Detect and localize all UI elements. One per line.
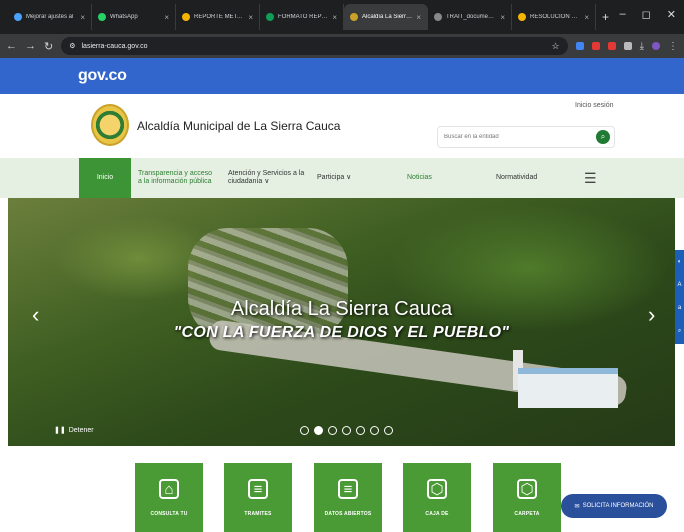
chat-icon: ✉ <box>574 503 580 510</box>
carousel-dot[interactable] <box>370 426 379 435</box>
whatsapp-icon <box>98 13 106 21</box>
home-icon: ⌂ <box>159 479 179 499</box>
site-info-icon[interactable]: ⚙ <box>69 42 75 50</box>
accessibility-toolbar: ◐ A a ⌕ <box>675 250 684 344</box>
extension-icon[interactable] <box>591 42 600 50</box>
bookmark-star-icon[interactable]: ☆ <box>552 41 560 52</box>
tile-caja[interactable]: ⬡ CAJA DE <box>403 463 471 532</box>
browser-tab[interactable]: TRAIT_documento × <box>428 4 512 30</box>
minimize-button[interactable]: – <box>620 8 626 21</box>
zoom-icon[interactable]: ⌕ <box>678 328 681 335</box>
carousel-dot[interactable] <box>328 426 337 435</box>
carousel-dot[interactable] <box>342 426 351 435</box>
carousel-indicators <box>300 426 393 435</box>
carousel-prev-icon[interactable]: ‹ <box>32 302 39 328</box>
search-box: ⌕ <box>437 126 615 148</box>
nav-item-normativity[interactable]: Normatividad <box>496 158 537 198</box>
browser-tab[interactable]: FORMATO REPORT× <box>260 4 344 30</box>
carousel-dot[interactable] <box>356 426 365 435</box>
tab-favicon-icon <box>14 13 22 21</box>
font-increase-icon[interactable]: A <box>677 282 681 288</box>
font-decrease-icon[interactable]: a <box>678 305 681 311</box>
back-icon[interactable]: ← <box>6 40 17 52</box>
tile-tramites[interactable]: ≡ TRAMITES <box>224 463 292 532</box>
extensions-puzzle-icon[interactable] <box>623 42 632 50</box>
close-icon[interactable]: × <box>500 13 505 22</box>
extension-icon[interactable] <box>575 42 584 50</box>
url-text: lasierra-cauca.gov.co <box>81 42 148 50</box>
town-area-image <box>188 228 348 338</box>
carousel-next-icon[interactable]: › <box>648 302 655 328</box>
close-icon[interactable]: × <box>248 13 253 22</box>
download-icon[interactable]: ⤓ <box>640 41 644 52</box>
gov-co-bar: gov.co <box>0 58 684 94</box>
reload-icon[interactable]: ↻ <box>44 40 53 53</box>
close-icon[interactable]: × <box>164 13 169 22</box>
close-icon[interactable]: × <box>332 13 337 22</box>
hero-title: Alcaldía La Sierra Cauca <box>230 298 453 320</box>
hero-subtitle: "CON LA FUERZA DE DIOS Y EL PUEBLO" <box>173 324 510 341</box>
tile-datos-abiertos[interactable]: ≡ DATOS ABIERTOS <box>314 463 382 532</box>
tile-consulta[interactable]: ⌂ CONSULTA TU <box>135 463 203 532</box>
close-window-button[interactable]: ✕ <box>667 8 676 21</box>
profile-avatar[interactable] <box>652 42 660 50</box>
browser-tab-active[interactable]: Alcaldía La Sierra Ca× <box>344 4 428 30</box>
carousel-pause-button[interactable]: ❚❚ Detener <box>54 426 94 435</box>
nav-item-transparency[interactable]: Transparencia y acceso a la información p… <box>138 158 212 198</box>
hero-carousel: Alcaldía La Sierra Cauca "CON LA FUERZA … <box>8 198 675 446</box>
forward-icon[interactable]: → <box>25 40 36 52</box>
address-toolbar: ← → ↻ ⚙ lasierra-cauca.gov.co ☆ ⤓ ⋮ <box>0 34 684 58</box>
contrast-icon[interactable]: ◐ <box>678 259 682 265</box>
document-icon: ≡ <box>338 479 358 499</box>
browser-tab[interactable]: RESOLUCION PLAN× <box>512 4 596 30</box>
nav-item-attention[interactable]: Atención y Servicios a la ciudadanía ∨ <box>228 158 304 198</box>
hamburger-menu-icon[interactable]: ☰ <box>584 158 597 198</box>
close-icon[interactable]: × <box>416 13 421 22</box>
main-nav: Inicio Transparencia y acceso a la inform… <box>0 158 684 198</box>
document-icon <box>434 13 442 21</box>
maximize-button[interactable]: ◻ <box>642 8 651 21</box>
tile-carpeta[interactable]: ⬡ CARPETA <box>493 463 561 532</box>
sheets-icon <box>266 13 274 21</box>
drive-icon <box>518 13 526 21</box>
search-icon[interactable]: ⌕ <box>596 130 610 144</box>
browser-tab[interactable]: REPORTE METAS MI× <box>176 4 260 30</box>
url-bar[interactable]: ⚙ lasierra-cauca.gov.co ☆ <box>61 37 568 55</box>
nav-item-news[interactable]: Noticias <box>407 158 432 198</box>
browser-tab[interactable]: Mejorar ajustes al × <box>8 4 92 30</box>
login-link[interactable]: Inicio sesión <box>575 102 614 109</box>
more-menu-icon[interactable]: ⋮ <box>668 41 678 52</box>
extension-icon[interactable] <box>607 42 616 50</box>
browser-tab[interactable]: WhatsApp × <box>92 4 176 30</box>
gov-co-logo[interactable]: gov.co <box>78 67 127 84</box>
church-image <box>518 368 618 408</box>
close-icon[interactable]: × <box>584 13 589 22</box>
window-controls: – ◻ ✕ <box>620 8 676 21</box>
box-icon: ⬡ <box>517 479 537 499</box>
carousel-dot[interactable] <box>384 426 393 435</box>
municipal-seal-logo[interactable] <box>91 104 129 146</box>
close-icon[interactable]: × <box>80 13 85 22</box>
pause-icon: ❚❚ <box>54 427 66 434</box>
municipality-name[interactable]: Alcaldía Municipal de La Sierra Cauca <box>137 119 340 133</box>
drive-icon <box>182 13 190 21</box>
nav-item-home[interactable]: Inicio <box>79 158 131 198</box>
solicit-information-button[interactable]: ✉ SOLICITA INFORMACIÓN <box>561 494 667 518</box>
site-favicon-icon <box>350 13 358 21</box>
new-tab-button[interactable]: + <box>602 10 609 24</box>
document-icon: ≡ <box>248 479 268 499</box>
carousel-dot[interactable] <box>300 426 309 435</box>
browser-tab-bar: Mejorar ajustes al × WhatsApp × REPORTE ME… <box>0 0 684 34</box>
nav-item-participa[interactable]: Participa ∨ <box>317 158 351 198</box>
carousel-dot[interactable] <box>314 426 323 435</box>
search-input[interactable] <box>444 134 596 140</box>
box-icon: ⬡ <box>427 479 447 499</box>
